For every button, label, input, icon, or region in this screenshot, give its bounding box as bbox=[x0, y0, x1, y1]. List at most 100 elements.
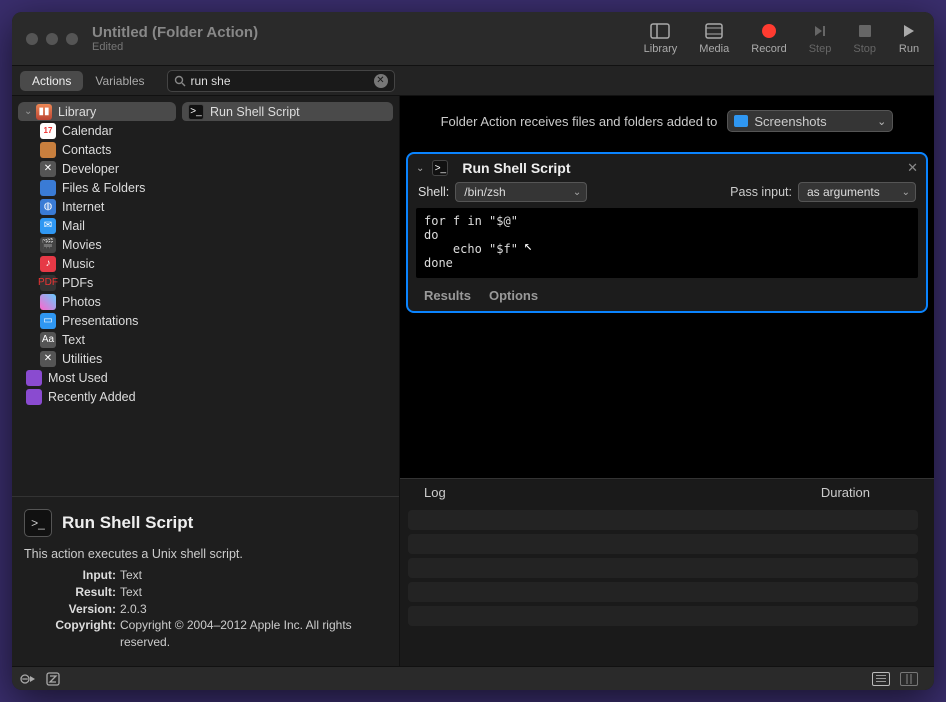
presentation-icon: ▭ bbox=[40, 313, 56, 329]
calendar-icon: 17 bbox=[40, 123, 56, 139]
photos-icon bbox=[40, 294, 56, 310]
disclosure-triangle-icon[interactable]: ⌄ bbox=[416, 163, 424, 174]
library-item-internet[interactable]: ◍ Internet bbox=[18, 197, 176, 216]
library-item-calendar[interactable]: 17 Calendar bbox=[18, 121, 176, 140]
record-icon bbox=[758, 22, 780, 40]
record-toolbar-label: Record bbox=[751, 43, 786, 55]
text-icon: Aa bbox=[40, 332, 56, 348]
action-result-label: Run Shell Script bbox=[210, 105, 300, 119]
folder-icon bbox=[734, 115, 748, 127]
actions-segment-button[interactable]: Actions bbox=[20, 71, 83, 91]
media-toolbar-button[interactable]: Media bbox=[699, 22, 729, 55]
library-item-developer[interactable]: ✕Developer bbox=[18, 159, 176, 178]
passinput-label: Pass input: bbox=[730, 185, 792, 199]
disclosure-triangle-icon[interactable]: ⌄ bbox=[24, 106, 34, 117]
library-item-label: Photos bbox=[62, 295, 101, 309]
library-item-most-used[interactable]: Most Used bbox=[18, 368, 176, 387]
library-icon bbox=[649, 22, 671, 40]
library-item-photos[interactable]: Photos bbox=[18, 292, 176, 311]
passinput-select[interactable]: as arguments bbox=[798, 182, 916, 202]
folder-icon bbox=[40, 180, 56, 196]
script-content: for f in "$@" do echo "$f" done bbox=[424, 214, 518, 270]
library-root[interactable]: ⌄ ▮▮ Library bbox=[18, 102, 176, 121]
variables-segment-button[interactable]: Variables bbox=[83, 71, 156, 91]
shell-select[interactable]: /bin/zsh bbox=[455, 182, 587, 202]
library-item-contacts[interactable]: Contacts bbox=[18, 140, 176, 159]
stop-toolbar-label: Stop bbox=[853, 43, 876, 55]
details-version-label: Version: bbox=[24, 601, 120, 618]
utilities-icon: ✕ bbox=[40, 351, 56, 367]
remove-action-button[interactable]: ✕ bbox=[907, 160, 918, 176]
library-item-presentations[interactable]: ▭ Presentations bbox=[18, 311, 176, 330]
library-item-label: Calendar bbox=[62, 124, 113, 138]
details-description: This action executes a Unix shell script… bbox=[24, 547, 387, 561]
stop-toolbar-button[interactable]: Stop bbox=[853, 22, 876, 55]
options-tab[interactable]: Options bbox=[489, 288, 538, 303]
play-icon bbox=[898, 22, 920, 40]
action-result-run-shell-script[interactable]: >_ Run Shell Script bbox=[182, 102, 393, 121]
log-row bbox=[408, 534, 918, 554]
flow-status-icon[interactable] bbox=[46, 672, 60, 686]
library-item-music[interactable]: ♪Music bbox=[18, 254, 176, 273]
library-column[interactable]: ⌄ ▮▮ Library 17 Calendar Contacts ✕Develo… bbox=[18, 102, 176, 490]
library-item-files[interactable]: Files & Folders bbox=[18, 178, 176, 197]
library-item-label: Mail bbox=[62, 219, 85, 233]
music-icon: ♪ bbox=[40, 256, 56, 272]
actions-column[interactable]: >_ Run Shell Script bbox=[182, 102, 393, 490]
library-item-label: Internet bbox=[62, 200, 104, 214]
run-toolbar-button[interactable]: Run bbox=[898, 22, 920, 55]
log-row bbox=[408, 582, 918, 602]
window-controls[interactable] bbox=[26, 33, 78, 45]
search-input[interactable] bbox=[191, 74, 374, 88]
library-item-recently-added[interactable]: Recently Added bbox=[18, 387, 176, 406]
library-item-label: Utilities bbox=[62, 352, 102, 366]
search-field[interactable]: ✕ bbox=[167, 70, 395, 92]
list-view-button[interactable] bbox=[872, 672, 890, 686]
media-toolbar-label: Media bbox=[699, 43, 729, 55]
close-window-button[interactable] bbox=[26, 33, 38, 45]
library-icon: ▮▮ bbox=[36, 104, 52, 120]
library-item-label: PDFs bbox=[62, 276, 93, 290]
minimize-window-button[interactable] bbox=[46, 33, 58, 45]
details-copyright-label: Copyright: bbox=[24, 617, 120, 651]
search-icon bbox=[174, 75, 186, 87]
pdf-icon: PDF bbox=[40, 275, 56, 291]
record-toolbar-button[interactable]: Record bbox=[751, 22, 786, 55]
script-editor[interactable]: for f in "$@" do echo "$f" done↖ bbox=[416, 208, 918, 278]
workflow-action-run-shell-script[interactable]: ⌄ >_ Run Shell Script ✕ Shell: /bin/zsh … bbox=[406, 152, 928, 313]
library-item-pdfs[interactable]: PDF PDFs bbox=[18, 273, 176, 292]
step-toolbar-button[interactable]: Step bbox=[809, 22, 832, 55]
library-item-label: Movies bbox=[62, 238, 102, 252]
results-tab[interactable]: Results bbox=[424, 288, 471, 303]
details-input-value: Text bbox=[120, 567, 387, 584]
library-item-text[interactable]: AaText bbox=[18, 330, 176, 349]
folder-select[interactable]: Screenshots bbox=[727, 110, 893, 132]
column-view-button[interactable] bbox=[900, 672, 918, 686]
log-row bbox=[408, 558, 918, 578]
terminal-icon: >_ bbox=[188, 104, 204, 120]
window-title: Untitled (Folder Action) bbox=[92, 24, 258, 41]
library-toolbar-button[interactable]: Library bbox=[644, 22, 678, 55]
step-toolbar-label: Step bbox=[809, 43, 832, 55]
smart-folder-icon bbox=[26, 389, 42, 405]
shell-select-value: /bin/zsh bbox=[464, 185, 505, 199]
library-item-label: Presentations bbox=[62, 314, 138, 328]
mail-icon: ✉ bbox=[40, 218, 56, 234]
clapper-icon: 🎬 bbox=[40, 237, 56, 253]
action-title: Run Shell Script bbox=[462, 160, 570, 176]
zoom-window-button[interactable] bbox=[66, 33, 78, 45]
smart-folder-icon bbox=[26, 370, 42, 386]
sync-status-icon[interactable] bbox=[20, 672, 36, 686]
media-icon bbox=[703, 22, 725, 40]
clear-search-button[interactable]: ✕ bbox=[374, 74, 388, 88]
library-item-utilities[interactable]: ✕ Utilities bbox=[18, 349, 176, 368]
globe-icon: ◍ bbox=[40, 199, 56, 215]
details-result-value: Text bbox=[120, 584, 387, 601]
passinput-select-value: as arguments bbox=[807, 185, 880, 199]
library-mode-segment: Actions Variables bbox=[20, 71, 157, 91]
details-input-label: Input: bbox=[24, 567, 120, 584]
log-column-header: Log bbox=[424, 485, 446, 500]
hammer-icon: ✕ bbox=[40, 161, 56, 177]
library-item-movies[interactable]: 🎬 Movies bbox=[18, 235, 176, 254]
library-item-mail[interactable]: ✉ Mail bbox=[18, 216, 176, 235]
